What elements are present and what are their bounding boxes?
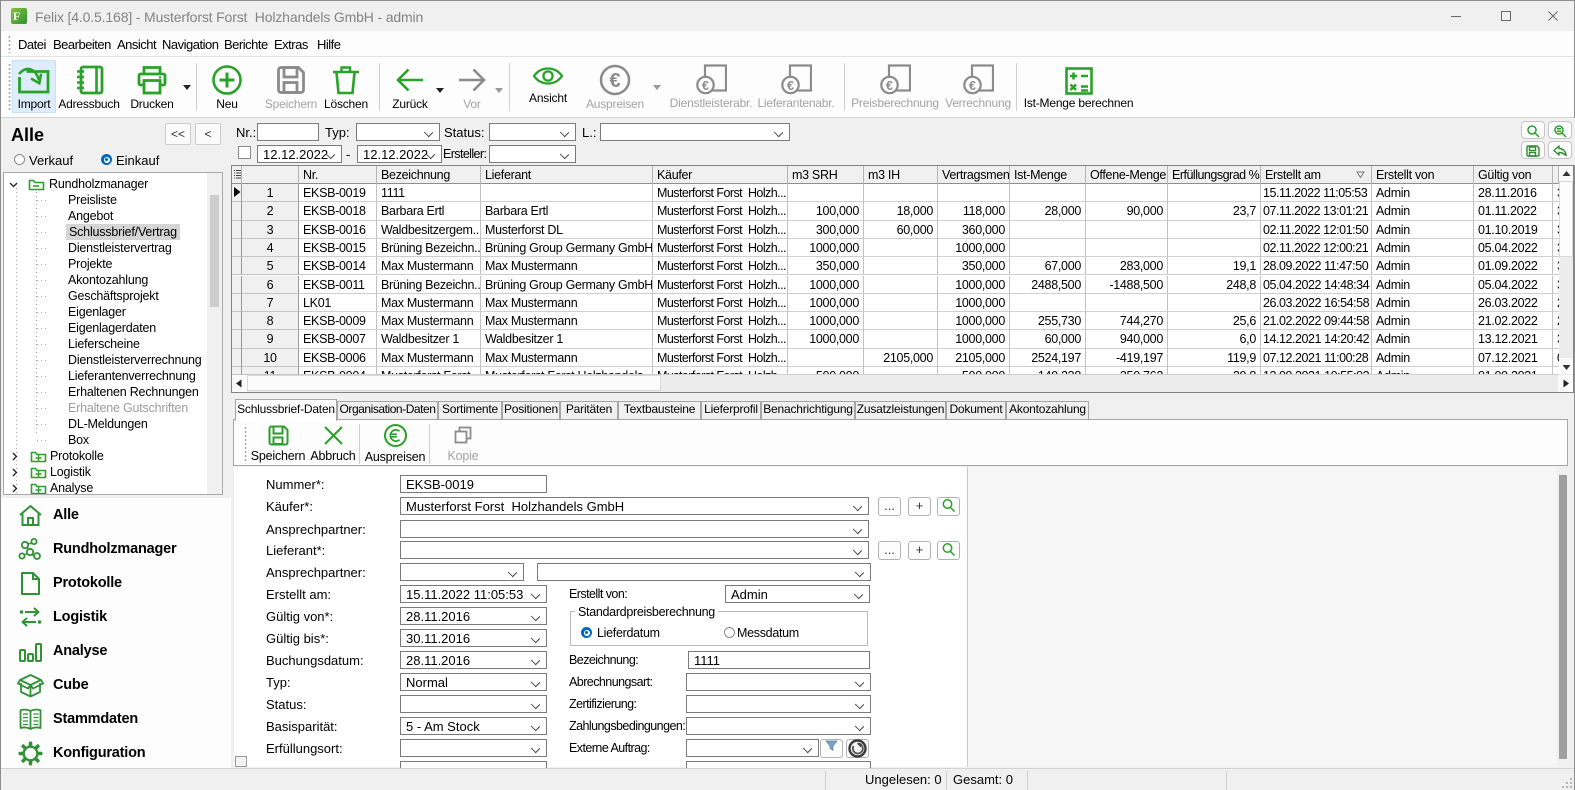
- svg-text:€: €: [787, 79, 794, 93]
- svg-text:€: €: [969, 79, 976, 93]
- svg-text:€: €: [609, 70, 620, 92]
- svg-text:€: €: [886, 79, 893, 93]
- svg-text:€: €: [702, 79, 709, 93]
